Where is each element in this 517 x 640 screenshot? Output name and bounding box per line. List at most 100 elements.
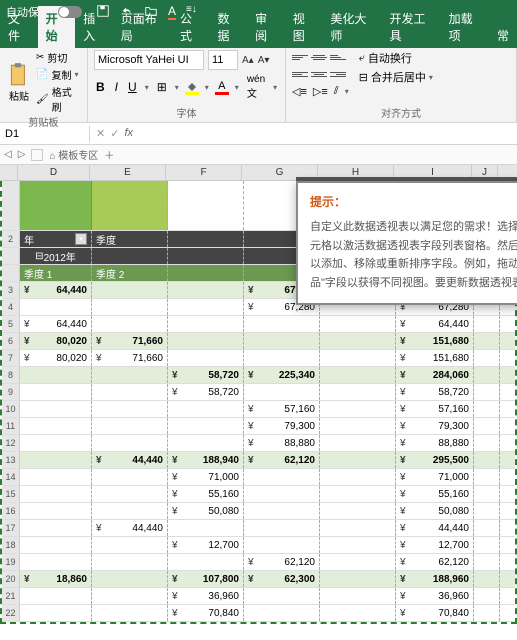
cell[interactable]: ¥58,720 <box>396 384 474 400</box>
worksheet-grid[interactable]: D E F G H I J 提示： 自定义此数据透视表以满足您的需求！选择数据透… <box>0 165 517 624</box>
cell[interactable]: ¥79,300 <box>244 418 320 434</box>
cell[interactable]: ¥71,000 <box>396 469 474 485</box>
cell[interactable]: ¥64,440 <box>20 282 92 298</box>
cell[interactable]: ¥62,300 <box>244 571 320 587</box>
tab-formula[interactable]: 公式 <box>172 6 210 48</box>
cell[interactable] <box>20 554 92 570</box>
align-bottom-button[interactable] <box>330 50 346 64</box>
cell[interactable]: ¥18,860 <box>20 571 92 587</box>
cell[interactable]: ¥71,660 <box>92 333 168 349</box>
cell[interactable]: ¥70,840 <box>168 605 244 621</box>
align-center-button[interactable] <box>311 67 327 81</box>
col-E[interactable]: E <box>90 165 166 180</box>
font-size-select[interactable] <box>208 50 238 70</box>
cell[interactable]: ¥62,120 <box>244 452 320 468</box>
new-sheet-icon[interactable] <box>31 149 43 161</box>
cell[interactable] <box>244 520 320 536</box>
quarter-field[interactable]: 季度 <box>96 232 116 247</box>
cell[interactable]: ¥12,700 <box>396 537 474 553</box>
cell[interactable]: ¥50,080 <box>396 503 474 519</box>
cell[interactable] <box>92 418 168 434</box>
cell[interactable] <box>474 367 500 383</box>
cell[interactable]: ¥80,020 <box>20 350 92 366</box>
merge-center-button[interactable]: ⊟合并后居中▾ <box>359 69 433 85</box>
cell[interactable] <box>474 384 500 400</box>
cell[interactable] <box>168 282 244 298</box>
cell[interactable]: ¥225,340 <box>244 367 320 383</box>
cell[interactable]: ¥58,720 <box>168 367 244 383</box>
cell[interactable] <box>244 350 320 366</box>
cell[interactable]: ¥151,680 <box>396 350 474 366</box>
year-field[interactable]: 年 <box>24 232 34 247</box>
cell[interactable] <box>20 486 92 502</box>
cell[interactable]: ¥62,120 <box>244 554 320 570</box>
phonetic-button[interactable]: wén文 <box>245 73 267 101</box>
cell[interactable]: ¥88,880 <box>396 435 474 451</box>
cell[interactable] <box>244 486 320 502</box>
cell[interactable] <box>92 299 168 315</box>
cell[interactable] <box>168 554 244 570</box>
cell[interactable] <box>320 435 396 451</box>
cell[interactable] <box>168 418 244 434</box>
cell[interactable] <box>320 316 396 332</box>
cell[interactable]: ¥36,960 <box>168 588 244 604</box>
cell[interactable] <box>244 588 320 604</box>
cell[interactable] <box>474 469 500 485</box>
indent-increase-button[interactable]: ▷≡ <box>313 85 328 98</box>
cell[interactable]: ¥80,020 <box>20 333 92 349</box>
cell[interactable] <box>320 452 396 468</box>
cell[interactable]: ¥64,440 <box>20 316 92 332</box>
cell[interactable] <box>474 418 500 434</box>
indent-decrease-button[interactable]: ◁≡ <box>292 85 307 98</box>
cell[interactable] <box>20 367 92 383</box>
wrap-text-button[interactable]: ⤶自动换行 <box>359 50 433 66</box>
cell[interactable]: ¥71,660 <box>92 350 168 366</box>
cell[interactable] <box>92 401 168 417</box>
cell[interactable]: ¥188,940 <box>168 452 244 468</box>
underline-button[interactable]: U <box>126 79 139 95</box>
cell[interactable]: ¥284,060 <box>396 367 474 383</box>
cell[interactable] <box>92 435 168 451</box>
font-name-select[interactable] <box>94 50 204 70</box>
cell[interactable]: ¥36,960 <box>396 588 474 604</box>
cell[interactable]: ¥107,800 <box>168 571 244 587</box>
border-button[interactable]: ⊞ <box>155 79 169 95</box>
cell[interactable] <box>168 316 244 332</box>
cell[interactable] <box>320 537 396 553</box>
cell[interactable] <box>92 367 168 383</box>
cell[interactable] <box>168 333 244 349</box>
cell[interactable] <box>168 401 244 417</box>
orientation-button[interactable]: ⫽ <box>334 85 339 98</box>
cell[interactable] <box>20 401 92 417</box>
year-filter-icon[interactable]: ▾ <box>75 233 87 245</box>
cell[interactable] <box>92 537 168 553</box>
tab-layout[interactable]: 页面布局 <box>113 6 172 48</box>
cell[interactable] <box>92 588 168 604</box>
cut-button[interactable]: ✂剪切 <box>36 50 81 65</box>
copy-button[interactable]: 📄复制▾ <box>36 67 81 82</box>
italic-button[interactable]: I <box>113 79 120 95</box>
cell[interactable] <box>320 367 396 383</box>
cell[interactable] <box>168 299 244 315</box>
cell[interactable]: ¥295,500 <box>396 452 474 468</box>
col-F[interactable]: F <box>166 165 242 180</box>
tab-data[interactable]: 数据 <box>210 6 248 48</box>
cell[interactable] <box>244 503 320 519</box>
cell[interactable] <box>320 486 396 502</box>
cell[interactable]: ¥44,440 <box>92 452 168 468</box>
align-right-button[interactable] <box>330 67 346 81</box>
cell[interactable]: ¥12,700 <box>168 537 244 553</box>
cell[interactable]: ¥79,300 <box>396 418 474 434</box>
cell[interactable] <box>92 486 168 502</box>
cell[interactable] <box>474 571 500 587</box>
cell[interactable]: ¥44,440 <box>396 520 474 536</box>
col-D[interactable]: D <box>18 165 90 180</box>
cell[interactable]: ¥62,120 <box>396 554 474 570</box>
cell[interactable] <box>92 571 168 587</box>
cell[interactable] <box>474 333 500 349</box>
cell[interactable] <box>20 537 92 553</box>
fx-icon[interactable]: fx <box>124 127 133 140</box>
cell[interactable] <box>92 469 168 485</box>
cell[interactable]: ¥58,720 <box>168 384 244 400</box>
cell[interactable] <box>92 605 168 621</box>
